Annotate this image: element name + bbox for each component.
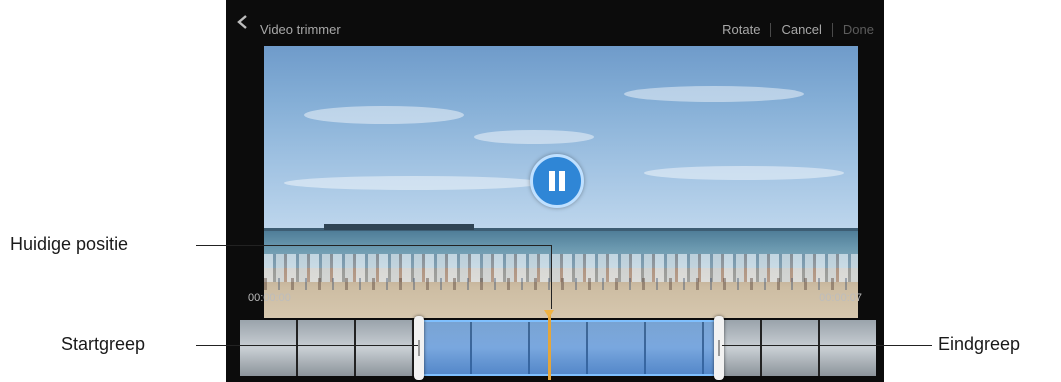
- cloud: [284, 176, 544, 190]
- cloud: [644, 166, 844, 180]
- beach-people: [264, 278, 858, 290]
- filmstrip-frame: [356, 320, 412, 376]
- filmstrip-frame: [240, 320, 296, 376]
- cloud: [304, 106, 464, 124]
- filmstrip-frame: [820, 320, 876, 376]
- start-handle[interactable]: [414, 316, 424, 380]
- pause-icon: [549, 171, 565, 191]
- phone-screen: Video trimmer Rotate Cancel Done 00:00:0…: [226, 0, 884, 382]
- filmstrip-frame: [762, 320, 818, 376]
- end-time: 00:00:07: [819, 292, 862, 304]
- filmstrip-frame: [298, 320, 354, 376]
- action-bar-buttons: Rotate Cancel Done: [712, 22, 884, 37]
- trim-selection: [422, 320, 720, 376]
- grip-icon: [718, 340, 720, 356]
- callout-end-handle: Eindgreep: [938, 334, 1021, 354]
- action-bar: Video trimmer Rotate Cancel Done: [226, 0, 884, 44]
- callout-current-position: Huidige positie: [10, 234, 129, 254]
- cancel-button[interactable]: Cancel: [771, 22, 831, 37]
- screen-title: Video trimmer: [260, 22, 341, 37]
- end-handle[interactable]: [714, 316, 724, 380]
- playhead[interactable]: [544, 310, 554, 380]
- callout-line: [196, 245, 552, 246]
- rotate-button[interactable]: Rotate: [712, 22, 770, 37]
- start-time: 00:00:00: [248, 292, 291, 304]
- callout-line: [196, 345, 418, 346]
- callout-start-handle: Startgreep: [61, 334, 146, 354]
- grip-icon: [418, 340, 420, 356]
- cloud: [624, 86, 804, 102]
- done-button[interactable]: Done: [833, 22, 884, 37]
- chevron-left-icon[interactable]: [236, 14, 250, 30]
- cloud: [474, 130, 594, 144]
- playhead-marker-icon: [544, 310, 554, 318]
- pause-button[interactable]: [530, 154, 584, 208]
- callout-line: [722, 345, 932, 346]
- callout-line: [551, 245, 552, 309]
- pier: [324, 224, 474, 230]
